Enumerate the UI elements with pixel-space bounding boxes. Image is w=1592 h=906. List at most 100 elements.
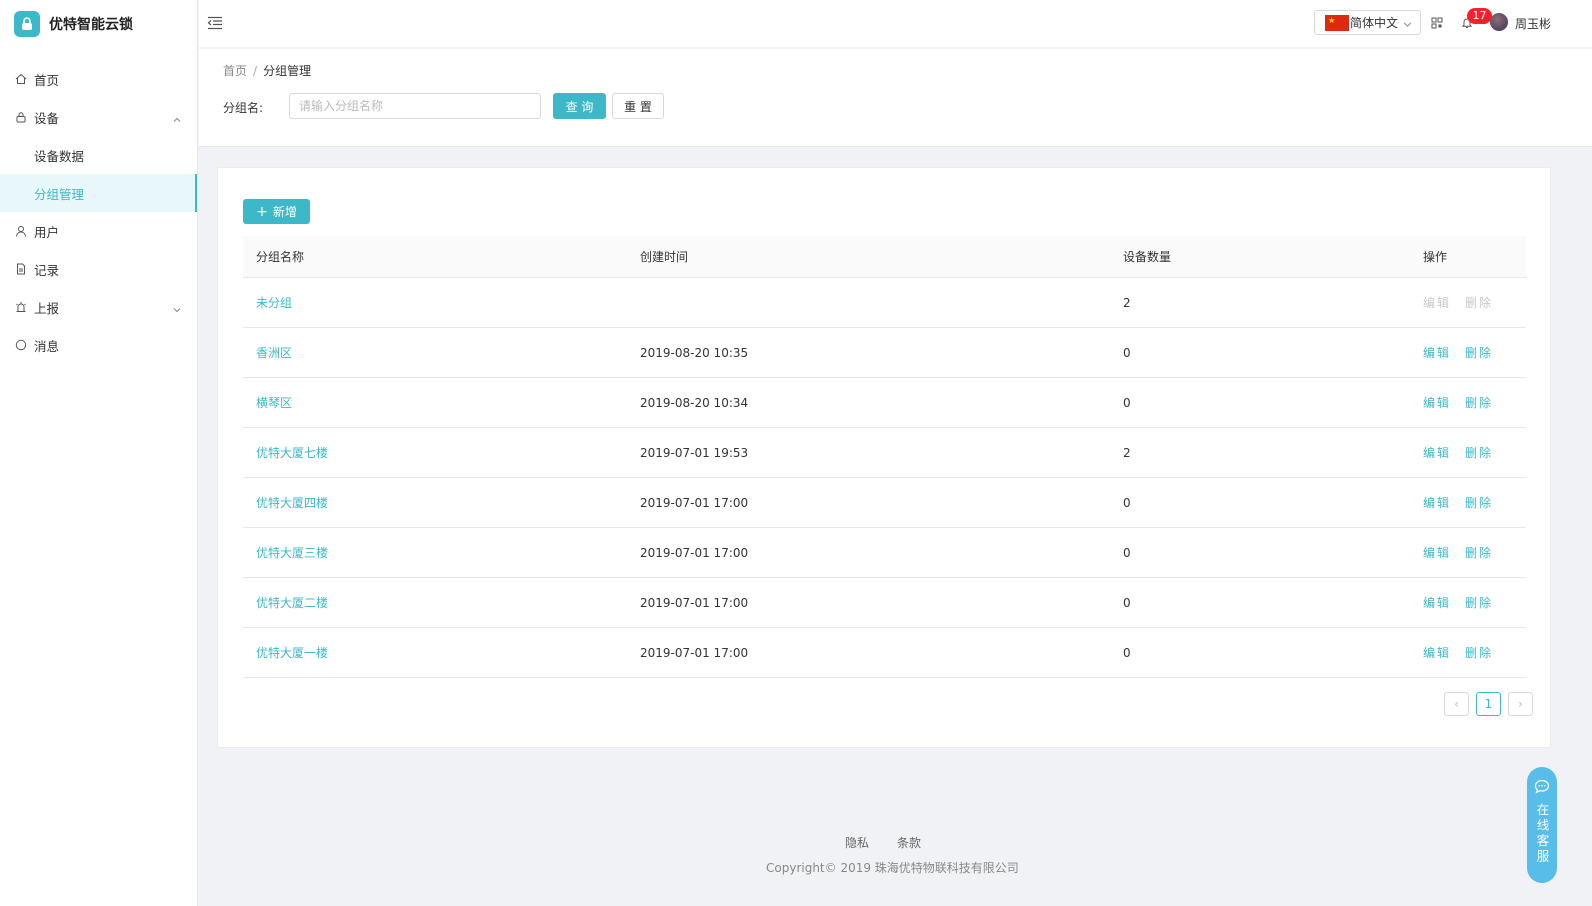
cell-created: 2019-07-01 19:53 <box>640 445 749 460</box>
pagination: ‹ 1 › <box>1437 692 1533 716</box>
group-name-link[interactable]: 优特大厦七楼 <box>256 446 328 460</box>
breadcrumb-home[interactable]: 首页 <box>223 64 247 78</box>
delete-button[interactable]: 删除 <box>1465 546 1493 560</box>
group-name-link[interactable]: 横琴区 <box>256 396 292 410</box>
table-row: 优特大厦七楼 2019-07-01 19:53 2 编辑 删除 <box>243 428 1526 478</box>
table-row: 优特大厦二楼 2019-07-01 17:00 0 编辑 删除 <box>243 578 1526 628</box>
delete-button[interactable]: 删除 <box>1465 446 1493 460</box>
cell-name: 优特大厦一楼 <box>243 644 640 661</box>
sidebar-item-users[interactable]: 用户 <box>0 212 197 250</box>
qrcode-icon[interactable] <box>1431 17 1443 32</box>
cell-name: 优特大厦二楼 <box>243 594 640 611</box>
group-table: 分组名称 创建时间 设备数量 操作 未分组 2 编辑 删除 香洲区 2019-08-20 … <box>243 236 1526 678</box>
cell-device-count: 2 <box>1123 445 1131 460</box>
sidebar-item-device-data[interactable]: 设备数据 <box>0 136 197 174</box>
cell-name: 未分组 <box>243 294 640 311</box>
cell-actions: 编辑 删除 <box>1423 344 1526 361</box>
sidebar-item-reports[interactable]: 上报 <box>0 288 197 326</box>
table-row: 未分组 2 编辑 删除 <box>243 278 1526 328</box>
cell-device-count: 0 <box>1123 345 1131 360</box>
cell-actions: 编辑 删除 <box>1423 444 1526 461</box>
sidebar-item-label: 用户 <box>34 224 60 240</box>
sidebar-item-group-management[interactable]: 分组管理 <box>0 174 197 212</box>
breadcrumb-separator: / <box>253 64 258 78</box>
cell-device-count: 0 <box>1123 395 1131 410</box>
delete-button[interactable]: 删除 <box>1465 646 1493 660</box>
sidebar-item-label: 设备数据 <box>34 148 85 164</box>
online-support-button[interactable]: 在线客服 <box>1527 767 1557 883</box>
page-number[interactable]: 1 <box>1476 692 1501 716</box>
online-support-label: 在线客服 <box>1534 803 1550 865</box>
cell-actions: 编辑 删除 <box>1423 594 1526 611</box>
search-label: 分组名: <box>223 101 264 115</box>
prev-page-button[interactable]: ‹ <box>1444 692 1469 716</box>
cell-name: 香洲区 <box>243 344 640 361</box>
column-header-name: 分组名称 <box>256 250 305 264</box>
column-header-count: 设备数量 <box>1123 250 1172 264</box>
copyright: Copyright© 2019 珠海优特物联科技有限公司 <box>766 861 1019 875</box>
logo[interactable]: 优特智能云锁 <box>0 0 197 48</box>
delete-button[interactable]: 删除 <box>1465 596 1493 610</box>
sidebar-item-label: 消息 <box>34 338 60 354</box>
avatar[interactable] <box>1490 13 1508 31</box>
file-icon <box>14 263 27 276</box>
group-name-input[interactable] <box>289 93 541 119</box>
menu-fold-icon[interactable] <box>207 16 223 33</box>
table-row: 优特大厦四楼 2019-07-01 17:00 0 编辑 删除 <box>243 478 1526 528</box>
column-header-actions: 操作 <box>1423 250 1448 264</box>
language-select[interactable]: 简体中文 <box>1314 10 1421 35</box>
group-name-link[interactable]: 优特大厦一楼 <box>256 646 328 660</box>
sidebar-item-messages[interactable]: 消息 <box>0 326 197 364</box>
column-header-created: 创建时间 <box>640 250 689 264</box>
table-header: 分组名称 创建时间 设备数量 操作 <box>243 236 1526 278</box>
chevron-down-icon <box>1403 18 1412 32</box>
sidebar-item-device[interactable]: 设备 <box>0 98 197 136</box>
edit-button[interactable]: 编辑 <box>1423 646 1451 660</box>
group-name-link[interactable]: 优特大厦三楼 <box>256 546 328 560</box>
filter-bar: 首页 / 分组管理 分组名: 查 询 重 置 <box>199 49 1592 147</box>
group-name-link[interactable]: 优特大厦四楼 <box>256 496 328 510</box>
edit-button[interactable]: 编辑 <box>1423 346 1451 360</box>
group-name-link[interactable]: 未分组 <box>256 296 292 310</box>
cell-actions: 编辑 删除 <box>1423 294 1526 311</box>
edit-button[interactable]: 编辑 <box>1423 546 1451 560</box>
cell-name: 优特大厦四楼 <box>243 494 640 511</box>
delete-button[interactable]: 删除 <box>1465 296 1493 310</box>
sidebar-item-label: 首页 <box>34 72 60 88</box>
next-page-button[interactable]: › <box>1508 692 1533 716</box>
group-name-link[interactable]: 香洲区 <box>256 346 292 360</box>
table-row: 优特大厦三楼 2019-07-01 17:00 0 编辑 删除 <box>243 528 1526 578</box>
cell-device-count: 2 <box>1123 295 1131 310</box>
cell-device-count: 0 <box>1123 495 1131 510</box>
cell-created: 2019-07-01 17:00 <box>640 645 749 660</box>
edit-button[interactable]: 编辑 <box>1423 446 1451 460</box>
sidebar-item-home[interactable]: 首页 <box>0 60 197 98</box>
lock-icon <box>14 111 27 124</box>
group-name-link[interactable]: 优特大厦二楼 <box>256 596 328 610</box>
username[interactable]: 周玉彬 <box>1515 15 1551 32</box>
chevron-down-icon <box>173 302 181 317</box>
reset-button[interactable]: 重 置 <box>612 93 664 119</box>
edit-button[interactable]: 编辑 <box>1423 296 1451 310</box>
delete-button[interactable]: 删除 <box>1465 346 1493 360</box>
cell-actions: 编辑 删除 <box>1423 544 1526 561</box>
cell-device-count: 0 <box>1123 645 1131 660</box>
plus-icon: + <box>256 203 268 220</box>
alarm-icon <box>14 301 27 314</box>
cell-name: 横琴区 <box>243 394 640 411</box>
delete-button[interactable]: 删除 <box>1465 496 1493 510</box>
sidebar-item-label: 上报 <box>34 300 60 316</box>
sidebar-item-records[interactable]: 记录 <box>0 250 197 288</box>
edit-button[interactable]: 编辑 <box>1423 596 1451 610</box>
query-button[interactable]: 查 询 <box>553 93 606 119</box>
privacy-link[interactable]: 隐私 <box>845 836 869 850</box>
terms-link[interactable]: 条款 <box>897 836 921 850</box>
add-button-label: 新增 <box>272 205 297 219</box>
user-icon <box>14 225 27 238</box>
edit-button[interactable]: 编辑 <box>1423 496 1451 510</box>
cell-name: 优特大厦三楼 <box>243 544 640 561</box>
delete-button[interactable]: 删除 <box>1465 396 1493 410</box>
edit-button[interactable]: 编辑 <box>1423 396 1451 410</box>
add-group-button[interactable]: + 新增 <box>243 199 310 224</box>
cell-created: 2019-07-01 17:00 <box>640 595 749 610</box>
